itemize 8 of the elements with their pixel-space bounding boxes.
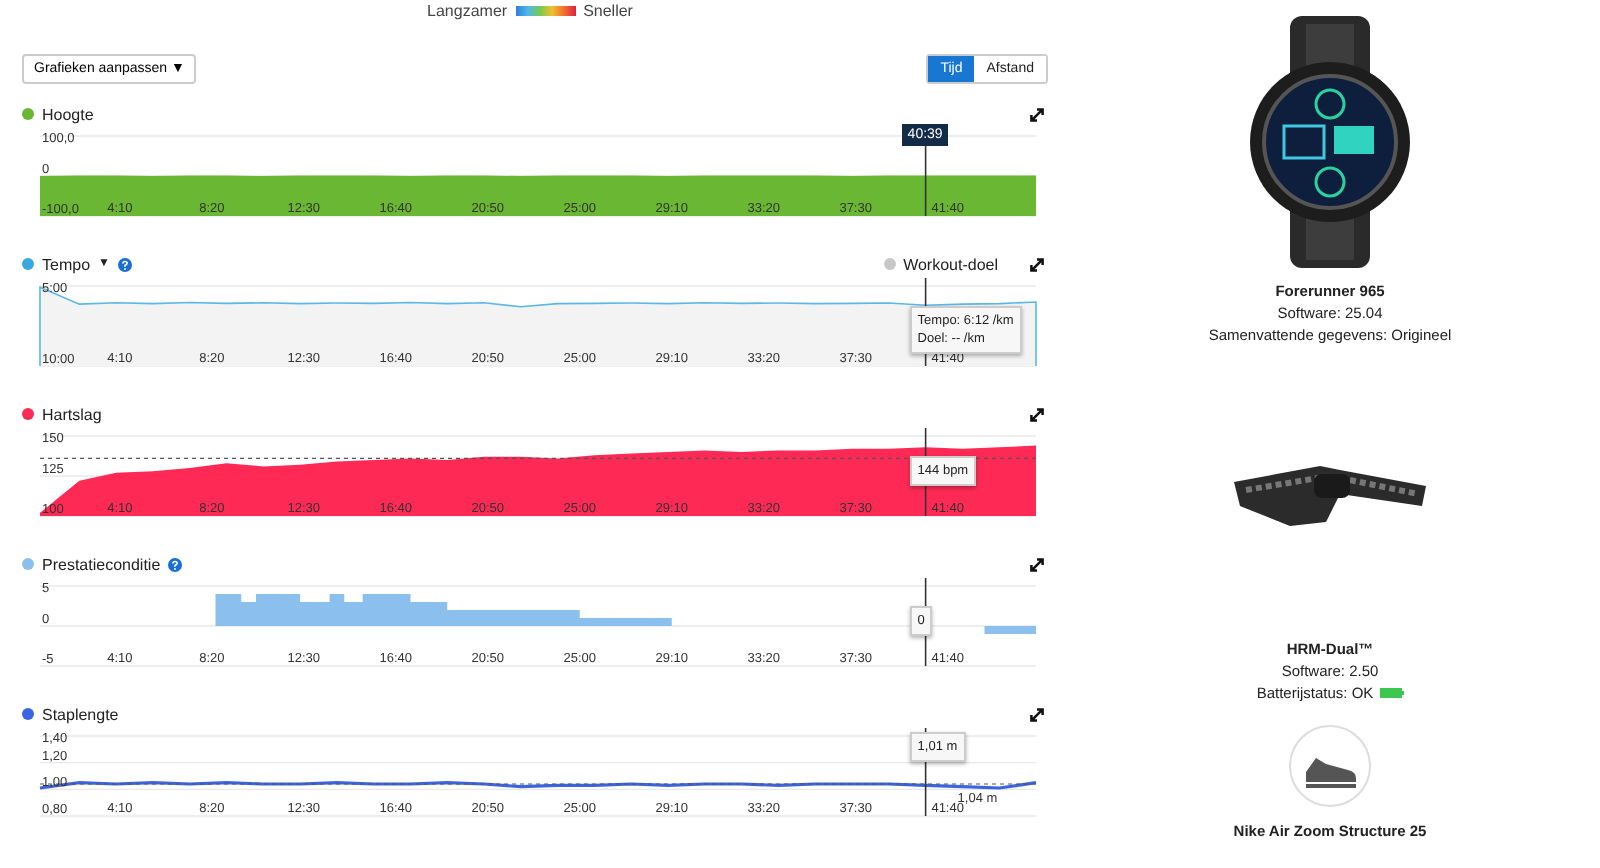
chart-title: Prestatieconditie — [42, 555, 161, 573]
legend-label: Workout-doel — [903, 255, 998, 273]
legend-label: Langzamer — [427, 1, 508, 19]
chart-title: Staplengte — [42, 705, 119, 723]
chart-title: Tempo — [42, 255, 91, 273]
chart-title: Hoogte — [42, 105, 94, 123]
chart-title: Hartslag — [42, 405, 102, 423]
legend-label: Sneller — [583, 1, 633, 19]
